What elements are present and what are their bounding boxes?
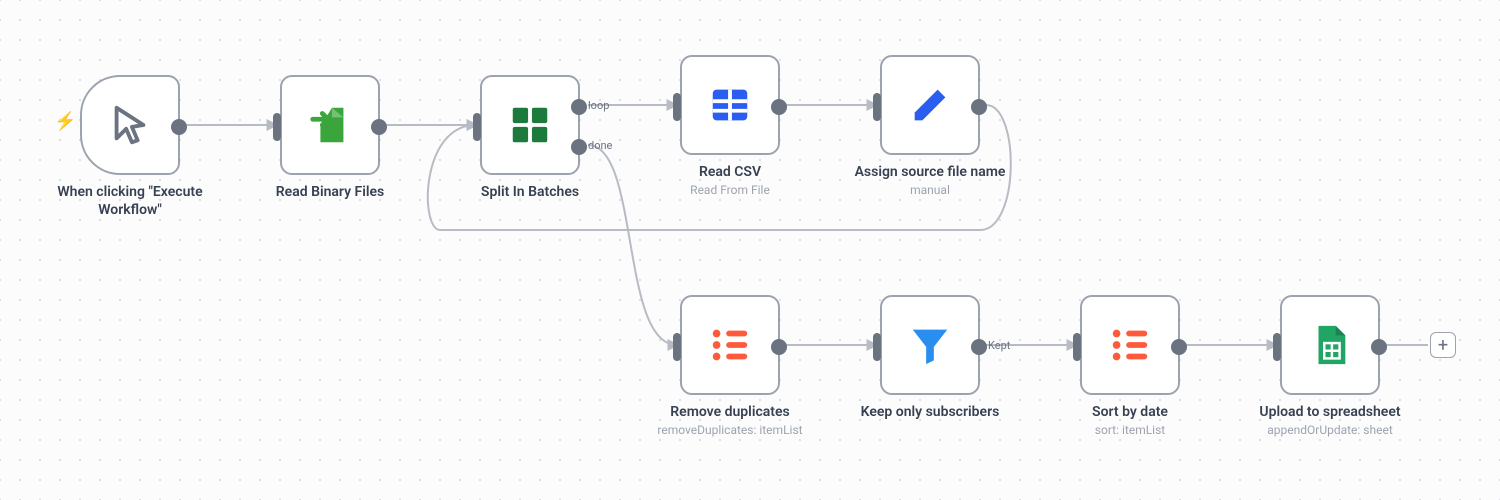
node-read-csv[interactable]: Read CSV Read From File <box>680 55 780 197</box>
bolt-icon: ⚡ <box>54 111 76 132</box>
input-port[interactable] <box>673 333 681 361</box>
output-port-kept[interactable] <box>971 339 987 355</box>
node-trigger[interactable]: ⚡ When clicking "Execute Workflow" <box>80 75 180 219</box>
node-title: Upload to spreadsheet <box>1240 403 1420 421</box>
node-title: Read CSV <box>640 163 820 181</box>
input-port[interactable] <box>873 333 881 361</box>
node-title: Remove duplicates <box>640 403 820 421</box>
output-port[interactable] <box>371 119 387 135</box>
list-icon <box>1107 322 1153 368</box>
workflow-canvas[interactable]: ⚡ When clicking "Execute Workflow" Read … <box>0 0 1500 500</box>
output-port[interactable] <box>1371 339 1387 355</box>
output-port[interactable] <box>1171 339 1187 355</box>
output-port-done[interactable] <box>571 139 587 155</box>
node-subtitle: manual <box>840 183 1020 197</box>
node-sort-date[interactable]: Sort by date sort: itemList <box>1080 295 1180 437</box>
node-title: Sort by date <box>1040 403 1220 421</box>
node-keep-subscribers[interactable]: Kept Keep only subscribers <box>880 295 980 421</box>
table-icon <box>707 82 753 128</box>
input-port[interactable] <box>873 93 881 121</box>
input-port[interactable] <box>673 93 681 121</box>
node-box[interactable] <box>1280 295 1380 395</box>
input-port[interactable] <box>473 113 481 141</box>
node-box[interactable] <box>280 75 380 175</box>
node-subtitle: appendOrUpdate: sheet <box>1240 423 1420 437</box>
pencil-icon <box>907 82 953 128</box>
node-title: When clicking "Execute Workflow" <box>40 183 220 219</box>
port-label-done: done <box>588 139 612 152</box>
node-box[interactable]: loop done <box>480 75 580 175</box>
node-box[interactable]: ⚡ <box>80 75 180 175</box>
input-port[interactable] <box>1073 333 1081 361</box>
node-assign-source[interactable]: Assign source file name manual <box>880 55 980 197</box>
add-node-button[interactable]: + <box>1430 332 1456 358</box>
node-subtitle: removeDuplicates: itemList <box>640 423 820 437</box>
node-box[interactable] <box>680 55 780 155</box>
node-subtitle: Read From File <box>640 183 820 197</box>
plus-icon: + <box>1438 335 1448 356</box>
cursor-icon <box>107 102 153 148</box>
output-port[interactable] <box>771 339 787 355</box>
funnel-icon <box>907 322 953 368</box>
node-title: Split In Batches <box>440 183 620 201</box>
file-import-icon <box>307 102 353 148</box>
node-read-binary[interactable]: Read Binary Files <box>280 75 380 201</box>
node-box[interactable]: Kept <box>880 295 980 395</box>
output-port-loop[interactable] <box>571 99 587 115</box>
node-split-batches[interactable]: loop done Split In Batches <box>480 75 580 201</box>
output-port[interactable] <box>771 99 787 115</box>
node-box[interactable] <box>680 295 780 395</box>
port-label-kept: Kept <box>988 339 1010 352</box>
node-subtitle: sort: itemList <box>1040 423 1220 437</box>
output-port[interactable] <box>971 99 987 115</box>
node-upload-spreadsheet[interactable]: Upload to spreadsheet appendOrUpdate: sh… <box>1280 295 1380 437</box>
node-remove-duplicates[interactable]: Remove duplicates removeDuplicates: item… <box>680 295 780 437</box>
sheets-icon <box>1307 322 1353 368</box>
port-label-loop: loop <box>588 99 609 112</box>
input-port[interactable] <box>1273 333 1281 361</box>
output-port[interactable] <box>171 119 187 135</box>
grid-icon <box>507 102 553 148</box>
list-icon <box>707 322 753 368</box>
node-title: Assign source file name <box>840 163 1020 181</box>
node-box[interactable] <box>880 55 980 155</box>
node-title: Keep only subscribers <box>840 403 1020 421</box>
input-port[interactable] <box>273 113 281 141</box>
node-box[interactable] <box>1080 295 1180 395</box>
node-title: Read Binary Files <box>240 183 420 201</box>
